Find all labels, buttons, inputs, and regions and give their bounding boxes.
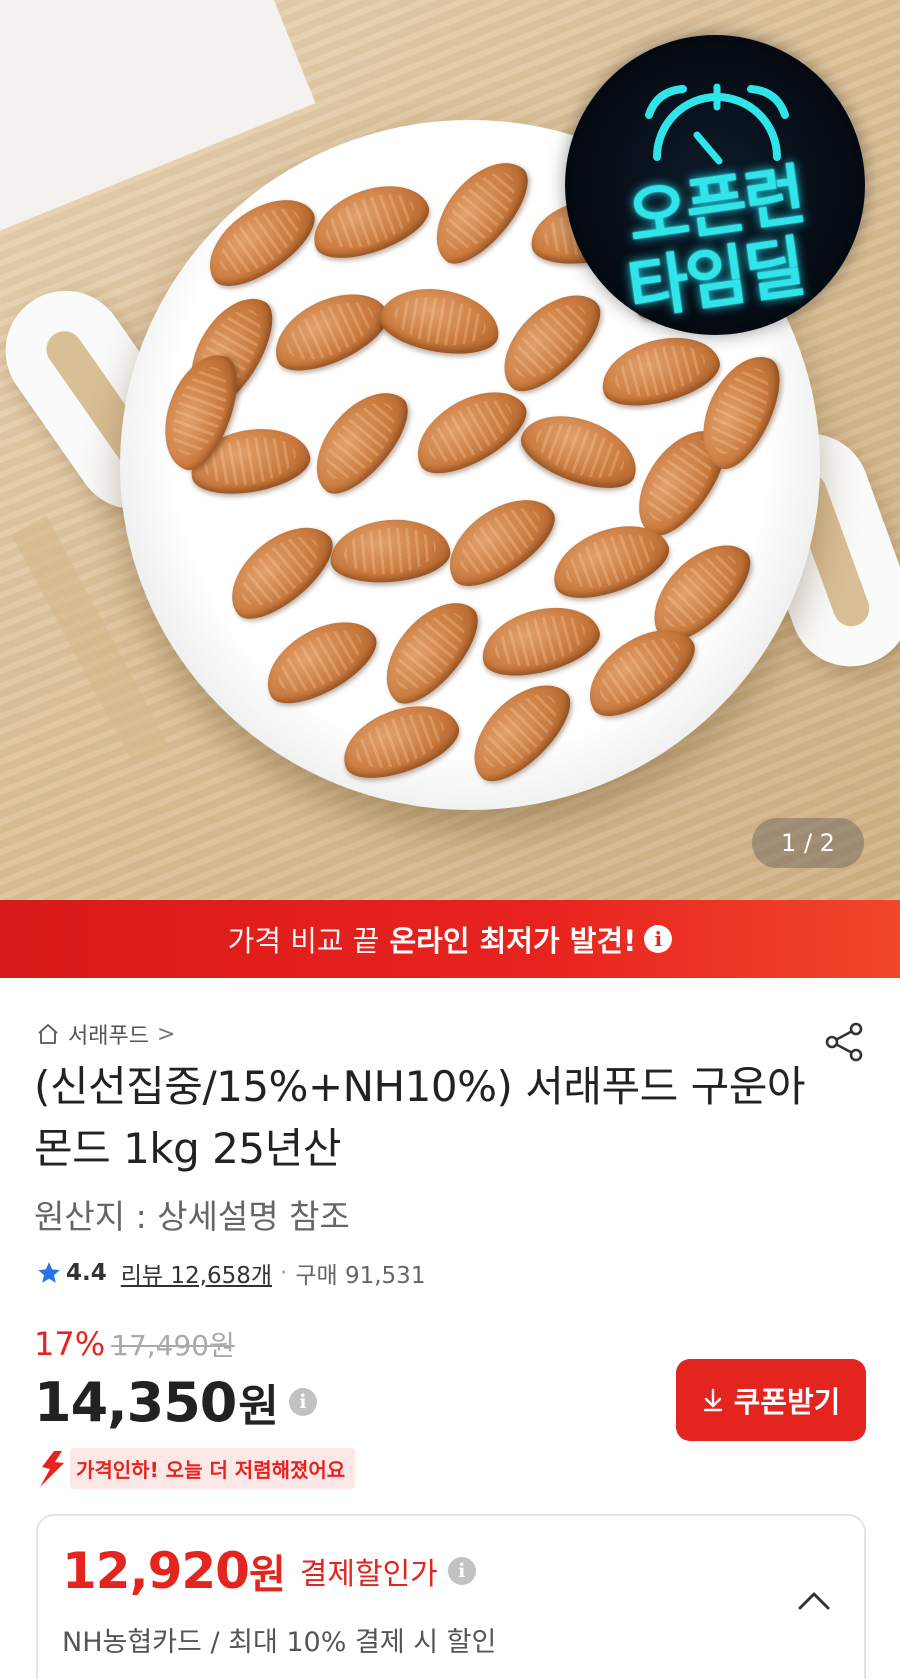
- price-drop-text: 가격인하! 오늘 더 저렴해졌어요: [70, 1448, 356, 1489]
- discount-row: 17% 17,490원: [34, 1324, 235, 1364]
- payment-price: 12,920: [62, 1542, 250, 1600]
- banner-highlight: 온라인 최저가 발견!: [389, 924, 637, 958]
- download-icon: [703, 1388, 722, 1412]
- almond: [594, 325, 726, 417]
- coupon-download-button[interactable]: 쿠폰받기: [676, 1359, 866, 1441]
- almond: [433, 481, 567, 601]
- product-title: (신선집중/15%+NH10%) 서래푸드 구운아몬드 1kg 25년산: [34, 1062, 806, 1173]
- info-icon[interactable]: i: [644, 925, 673, 953]
- brand-link[interactable]: 서래푸드 >: [36, 1018, 175, 1050]
- rating-score: 4.4: [66, 1260, 107, 1286]
- rating-row: 4.4 리뷰 12,658개 · 구매 91,531: [36, 1256, 425, 1290]
- payment-discount-card[interactable]: 12,920 원 결제할인가 i NH농협카드 / 최대 10% 결제 시 할인: [36, 1514, 866, 1679]
- payment-price-row: 12,920 원 결제할인가 i: [62, 1542, 476, 1600]
- brand-name: 서래푸드: [68, 1024, 149, 1049]
- info-icon[interactable]: i: [288, 1388, 317, 1416]
- almond: [417, 145, 543, 277]
- product-origin: 원산지 : 상세설명 참조: [34, 1197, 350, 1236]
- price-unit: 원: [238, 1381, 279, 1432]
- separator: ·: [280, 1260, 288, 1286]
- almond: [303, 171, 437, 271]
- chevron-up-icon[interactable]: [794, 1586, 834, 1616]
- product-image[interactable]: 오픈런 타임딜 1 / 2: [0, 0, 900, 900]
- price-drop-notice: 가격인하! 오늘 더 저렴해졌어요: [36, 1448, 356, 1489]
- banner-text: 가격 비교 끝: [227, 924, 380, 958]
- star-icon: [38, 1262, 60, 1283]
- almond: [367, 585, 493, 717]
- review-count-link[interactable]: 리뷰 12,658개: [121, 1256, 272, 1290]
- almond: [375, 280, 505, 362]
- almond: [193, 181, 327, 301]
- almond: [327, 514, 453, 588]
- product-info: 서래푸드 > (신선집중/15%+NH10%) 서래푸드 구운아몬드 1kg 2…: [0, 978, 900, 1679]
- almond: [214, 508, 346, 634]
- sale-price: 14,350: [34, 1370, 237, 1434]
- original-price: 17,490원: [111, 1329, 235, 1362]
- purchase-count: 구매 91,531: [295, 1263, 426, 1289]
- payment-card-subtitle: NH농협카드 / 최대 10% 결제 시 할인: [62, 1627, 497, 1658]
- payment-price-unit: 원: [248, 1552, 286, 1598]
- chevron-right-icon: >: [156, 1021, 176, 1047]
- almond: [262, 277, 398, 385]
- info-icon[interactable]: i: [447, 1557, 476, 1585]
- price-down-arrow-icon: [40, 1450, 64, 1487]
- open-run-timedeal-badge: 오픈런 타임딜: [565, 35, 865, 335]
- coupon-label: 쿠폰받기: [733, 1387, 841, 1419]
- almond: [513, 401, 647, 501]
- almond: [297, 375, 423, 507]
- payment-price-label: 결제할인가: [299, 1557, 438, 1592]
- price-row: 14,350 원 i: [34, 1370, 317, 1434]
- discount-percent: 17%: [34, 1325, 106, 1363]
- lowest-price-banner[interactable]: 가격 비교 끝 온라인 최저가 발견! i: [0, 900, 900, 978]
- almond: [474, 595, 606, 687]
- image-pager: 1 / 2: [752, 818, 864, 868]
- almond: [252, 604, 388, 718]
- home-icon: [38, 1024, 58, 1044]
